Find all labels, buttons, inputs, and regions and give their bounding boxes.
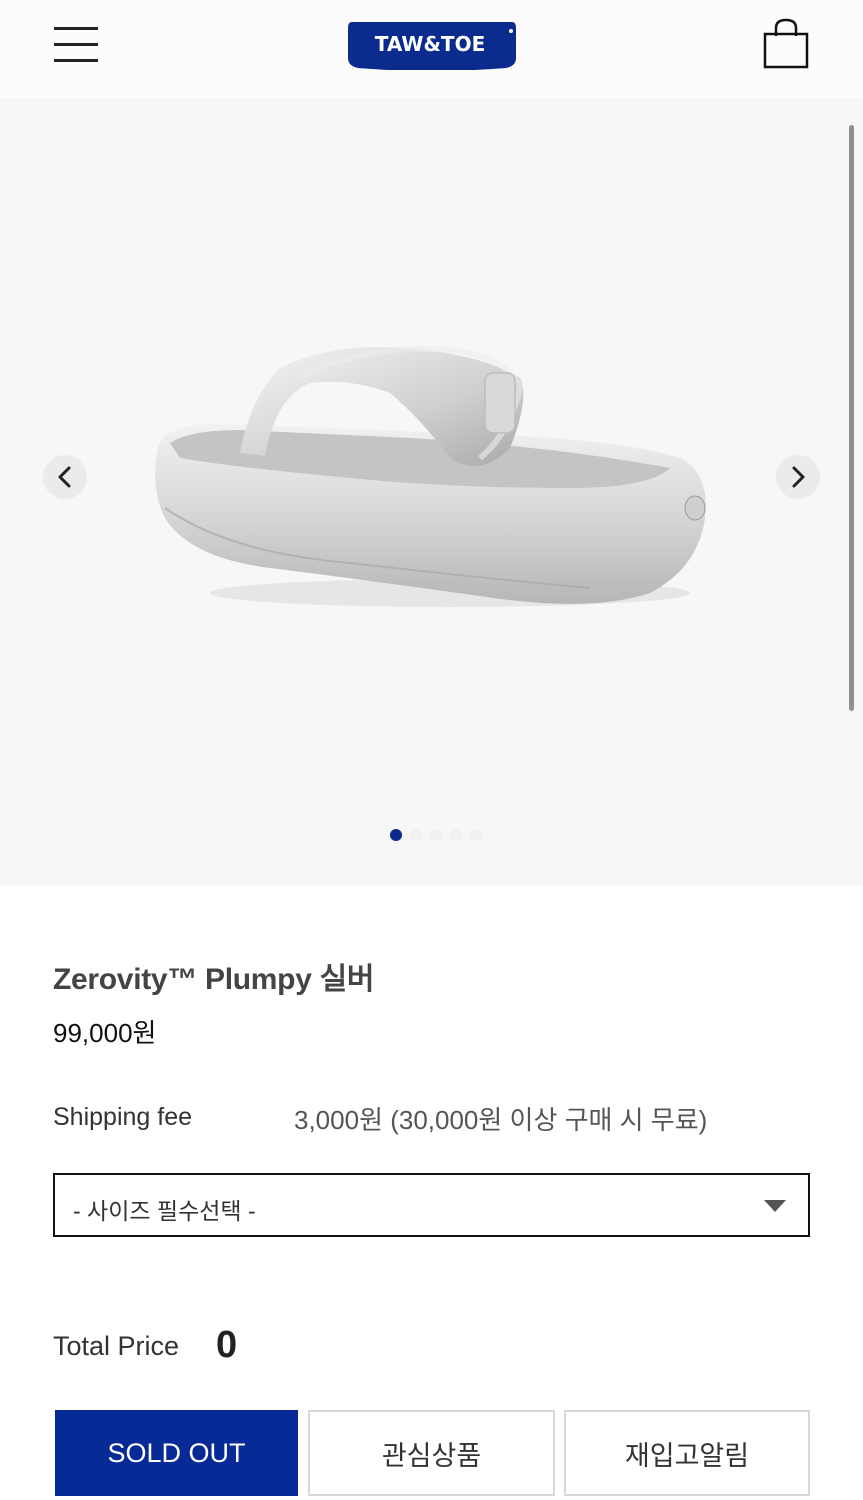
size-select-value: - 사이즈 필수선택 -: [73, 1198, 256, 1224]
wishlist-button[interactable]: 관심상품: [308, 1410, 555, 1496]
product-price: 99,000원: [53, 1018, 157, 1048]
sold-out-button[interactable]: SOLD OUT: [55, 1410, 298, 1496]
site-header: TAW&TOE: [0, 0, 863, 98]
logo-text: TAW&TOE: [375, 32, 485, 56]
caret-down-icon: [764, 1200, 786, 1212]
restock-alert-button[interactable]: 재입고알림: [564, 1410, 810, 1496]
product-page: TAW&TOE Zerovity™ Plumpy 실버 99,000원 Ship…: [0, 0, 863, 1500]
chevron-right-icon[interactable]: [776, 455, 820, 499]
carousel-dot[interactable]: [470, 829, 482, 841]
shipping-fee-label: Shipping fee: [53, 1103, 193, 1131]
hamburger-menu-icon[interactable]: [54, 27, 100, 63]
chevron-left-icon[interactable]: [43, 455, 87, 499]
total-price-value: 0: [216, 1324, 238, 1366]
carousel-dot-active[interactable]: [390, 829, 402, 841]
size-select-dropdown[interactable]: - 사이즈 필수선택 -: [53, 1173, 810, 1237]
product-image-carousel[interactable]: [0, 98, 863, 886]
carousel-dot[interactable]: [450, 829, 462, 841]
carousel-dot[interactable]: [410, 829, 422, 841]
product-image: [150, 338, 710, 613]
carousel-dots: [390, 828, 482, 842]
scrollbar[interactable]: [849, 125, 854, 711]
total-price-label: Total Price: [53, 1331, 180, 1361]
shopping-bag-icon[interactable]: [762, 18, 810, 70]
carousel-dot[interactable]: [430, 829, 442, 841]
brand-logo[interactable]: TAW&TOE: [346, 18, 518, 70]
product-title: Zerovity™ Plumpy 실버: [53, 963, 375, 996]
shipping-fee-value: 3,000원 (30,000원 이상 구매 시 무료): [294, 1105, 708, 1135]
